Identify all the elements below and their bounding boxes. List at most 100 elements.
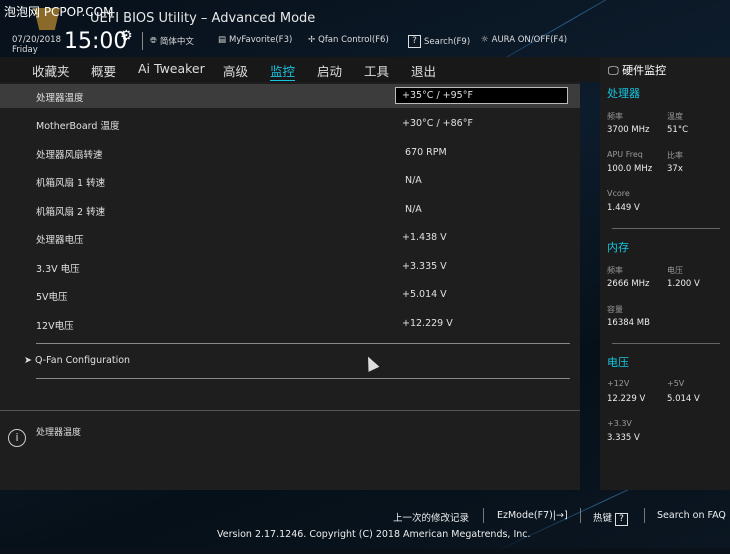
value: +3.335 V xyxy=(402,261,447,272)
date: 07/20/2018 xyxy=(12,35,61,45)
help-icon: ? xyxy=(615,513,629,526)
divider xyxy=(36,378,570,379)
help-text: 处理器温度 xyxy=(36,428,82,438)
label: AURA ON/OFF(F4) xyxy=(491,35,568,45)
value: 1.449 V xyxy=(607,203,640,213)
divider xyxy=(612,228,720,229)
app-title: UEFI BIOS Utility – Advanced Mode xyxy=(90,11,316,26)
label: MyFavorite(F3) xyxy=(229,35,293,45)
label: 比率 xyxy=(667,151,683,160)
label: 硬件监控 xyxy=(622,64,667,77)
version-text: Version 2.17.1246. Copyright (C) 2018 Am… xyxy=(217,529,531,540)
section-voltage: 电压 xyxy=(607,356,629,369)
mouse-cursor xyxy=(362,354,380,372)
value: 5.014 V xyxy=(667,394,700,404)
tab-monitor[interactable]: 监控 xyxy=(270,61,296,81)
monitor-panel: 处理器温度 +35°C / +95°F MotherBoard 温度 +30°C /… xyxy=(0,82,580,410)
row-mb-temp[interactable]: MotherBoard 温度 +30°C / +86°F xyxy=(0,112,580,136)
main-menu: 收藏夹 概要 Ai Tweaker 高级 监控 启动 工具 退出 xyxy=(0,57,600,82)
value: 670 RPM xyxy=(405,147,447,158)
divider xyxy=(580,508,581,523)
globe-icon: 🌐︎ xyxy=(150,36,157,46)
label: MotherBoard 温度 xyxy=(36,121,120,132)
section-memory: 内存 xyxy=(607,241,629,254)
label: 频率 xyxy=(607,112,623,121)
row-cpu-temp[interactable]: 处理器温度 +35°C / +95°F xyxy=(0,84,580,108)
label: 温度 xyxy=(667,112,683,121)
tab-main[interactable]: 概要 xyxy=(91,61,116,80)
aura-icon: ☼ xyxy=(481,35,489,45)
sidebar-title: 🖵︎ 硬件监控 xyxy=(608,62,666,78)
divider xyxy=(644,508,645,523)
label: 3.3V 电压 xyxy=(36,264,80,275)
tab-favorites[interactable]: 收藏夹 xyxy=(32,61,70,80)
label: 机箱风扇 2 转速 xyxy=(36,207,106,218)
label: 电压 xyxy=(667,266,683,275)
tab-tool[interactable]: 工具 xyxy=(364,61,389,80)
row-3v3[interactable]: 3.3V 电压 +3.335 V xyxy=(0,255,580,279)
row-cpu-voltage[interactable]: 处理器电压 +1.438 V xyxy=(0,226,580,250)
value: +35°C / +95°F xyxy=(395,87,568,104)
value: +30°C / +86°F xyxy=(402,118,473,129)
label: 容量 xyxy=(607,305,623,314)
divider xyxy=(142,32,143,50)
value: +1.438 V xyxy=(402,232,447,243)
gear-icon[interactable]: ⚙ xyxy=(120,28,133,44)
value: 12.229 V xyxy=(607,394,646,404)
value: 1.200 V xyxy=(667,279,700,289)
footer: 上一次的修改记录 EzMode(F7)|→] 热键? Search on FAQ… xyxy=(0,490,730,548)
label: APU Freq xyxy=(607,150,643,159)
label: +3.3V xyxy=(607,419,632,428)
hotkeys-button[interactable]: 热键? xyxy=(593,510,629,526)
label: 处理器电压 xyxy=(36,235,84,246)
row-12v[interactable]: 12V电压 +12.229 V xyxy=(0,312,580,336)
label: Search(F9) xyxy=(424,36,471,47)
label: Qfan Control(F6) xyxy=(318,35,389,45)
fan-icon: ✢ xyxy=(308,35,316,45)
aura-button[interactable]: ☼ AURA ON/OFF(F4) xyxy=(481,35,567,45)
label: 5V电压 xyxy=(36,292,68,303)
label: 12V电压 xyxy=(36,321,74,332)
tab-advanced[interactable]: 高级 xyxy=(223,61,248,80)
value: 37x xyxy=(667,164,683,174)
value: +12.229 V xyxy=(402,318,453,329)
tab-ai-tweaker[interactable]: Ai Tweaker xyxy=(138,61,205,76)
row-chassis-fan-1[interactable]: 机箱风扇 1 转速 N/A xyxy=(0,169,580,193)
qfan-configuration-link[interactable]: ➤ Q-Fan Configuration xyxy=(24,355,130,366)
day: Friday xyxy=(12,45,38,55)
header: 泡泡网 PCPOP.COM UEFI BIOS Utility – Advanc… xyxy=(0,0,730,57)
tab-exit[interactable]: 退出 xyxy=(411,61,436,80)
favorite-icon: ▤ xyxy=(218,35,227,45)
label: 机箱风扇 1 转速 xyxy=(36,178,106,189)
value: 2666 MHz xyxy=(607,279,650,289)
help-icon: ? xyxy=(408,35,421,48)
search-button[interactable]: ? Search(F9) xyxy=(408,35,470,48)
value: 100.0 MHz xyxy=(607,164,653,174)
hardware-monitor-sidebar: 🖵︎ 硬件监控 处理器 频率 3700 MHz 温度 51°C APU Freq… xyxy=(600,57,730,490)
language-button[interactable]: 🌐︎ 简体中文 xyxy=(150,35,194,47)
tab-boot[interactable]: 启动 xyxy=(317,61,342,80)
monitor-icon: 🖵︎ xyxy=(608,64,623,77)
date-display: 07/20/2018 Friday xyxy=(12,35,61,55)
section-cpu: 处理器 xyxy=(607,87,640,100)
row-5v[interactable]: 5V电压 +5.014 V xyxy=(0,283,580,307)
value: 3700 MHz xyxy=(607,125,650,135)
label: 处理器温度 xyxy=(36,93,84,104)
row-chassis-fan-2[interactable]: 机箱风扇 2 转速 N/A xyxy=(0,198,580,222)
divider xyxy=(483,508,484,523)
value: N/A xyxy=(405,204,422,215)
qfan-control-button[interactable]: ✢ Qfan Control(F6) xyxy=(308,35,389,45)
search-faq-button[interactable]: Search on FAQ xyxy=(657,510,726,521)
last-modified-button[interactable]: 上一次的修改记录 xyxy=(393,510,469,524)
value: +5.014 V xyxy=(402,289,447,300)
myfavorite-button[interactable]: ▤ MyFavorite(F3) xyxy=(218,35,292,45)
exit-arrow-icon: |→] xyxy=(552,510,568,521)
help-panel: i 处理器温度 xyxy=(0,410,580,490)
value: 3.335 V xyxy=(607,433,640,443)
ezmode-button[interactable]: EzMode(F7)|→] xyxy=(497,510,568,521)
divider xyxy=(612,343,720,344)
label: +12V xyxy=(607,379,630,388)
label: +5V xyxy=(667,379,685,388)
row-cpu-fan[interactable]: 处理器风扇转速 670 RPM xyxy=(0,141,580,165)
label: 处理器风扇转速 xyxy=(36,150,103,161)
